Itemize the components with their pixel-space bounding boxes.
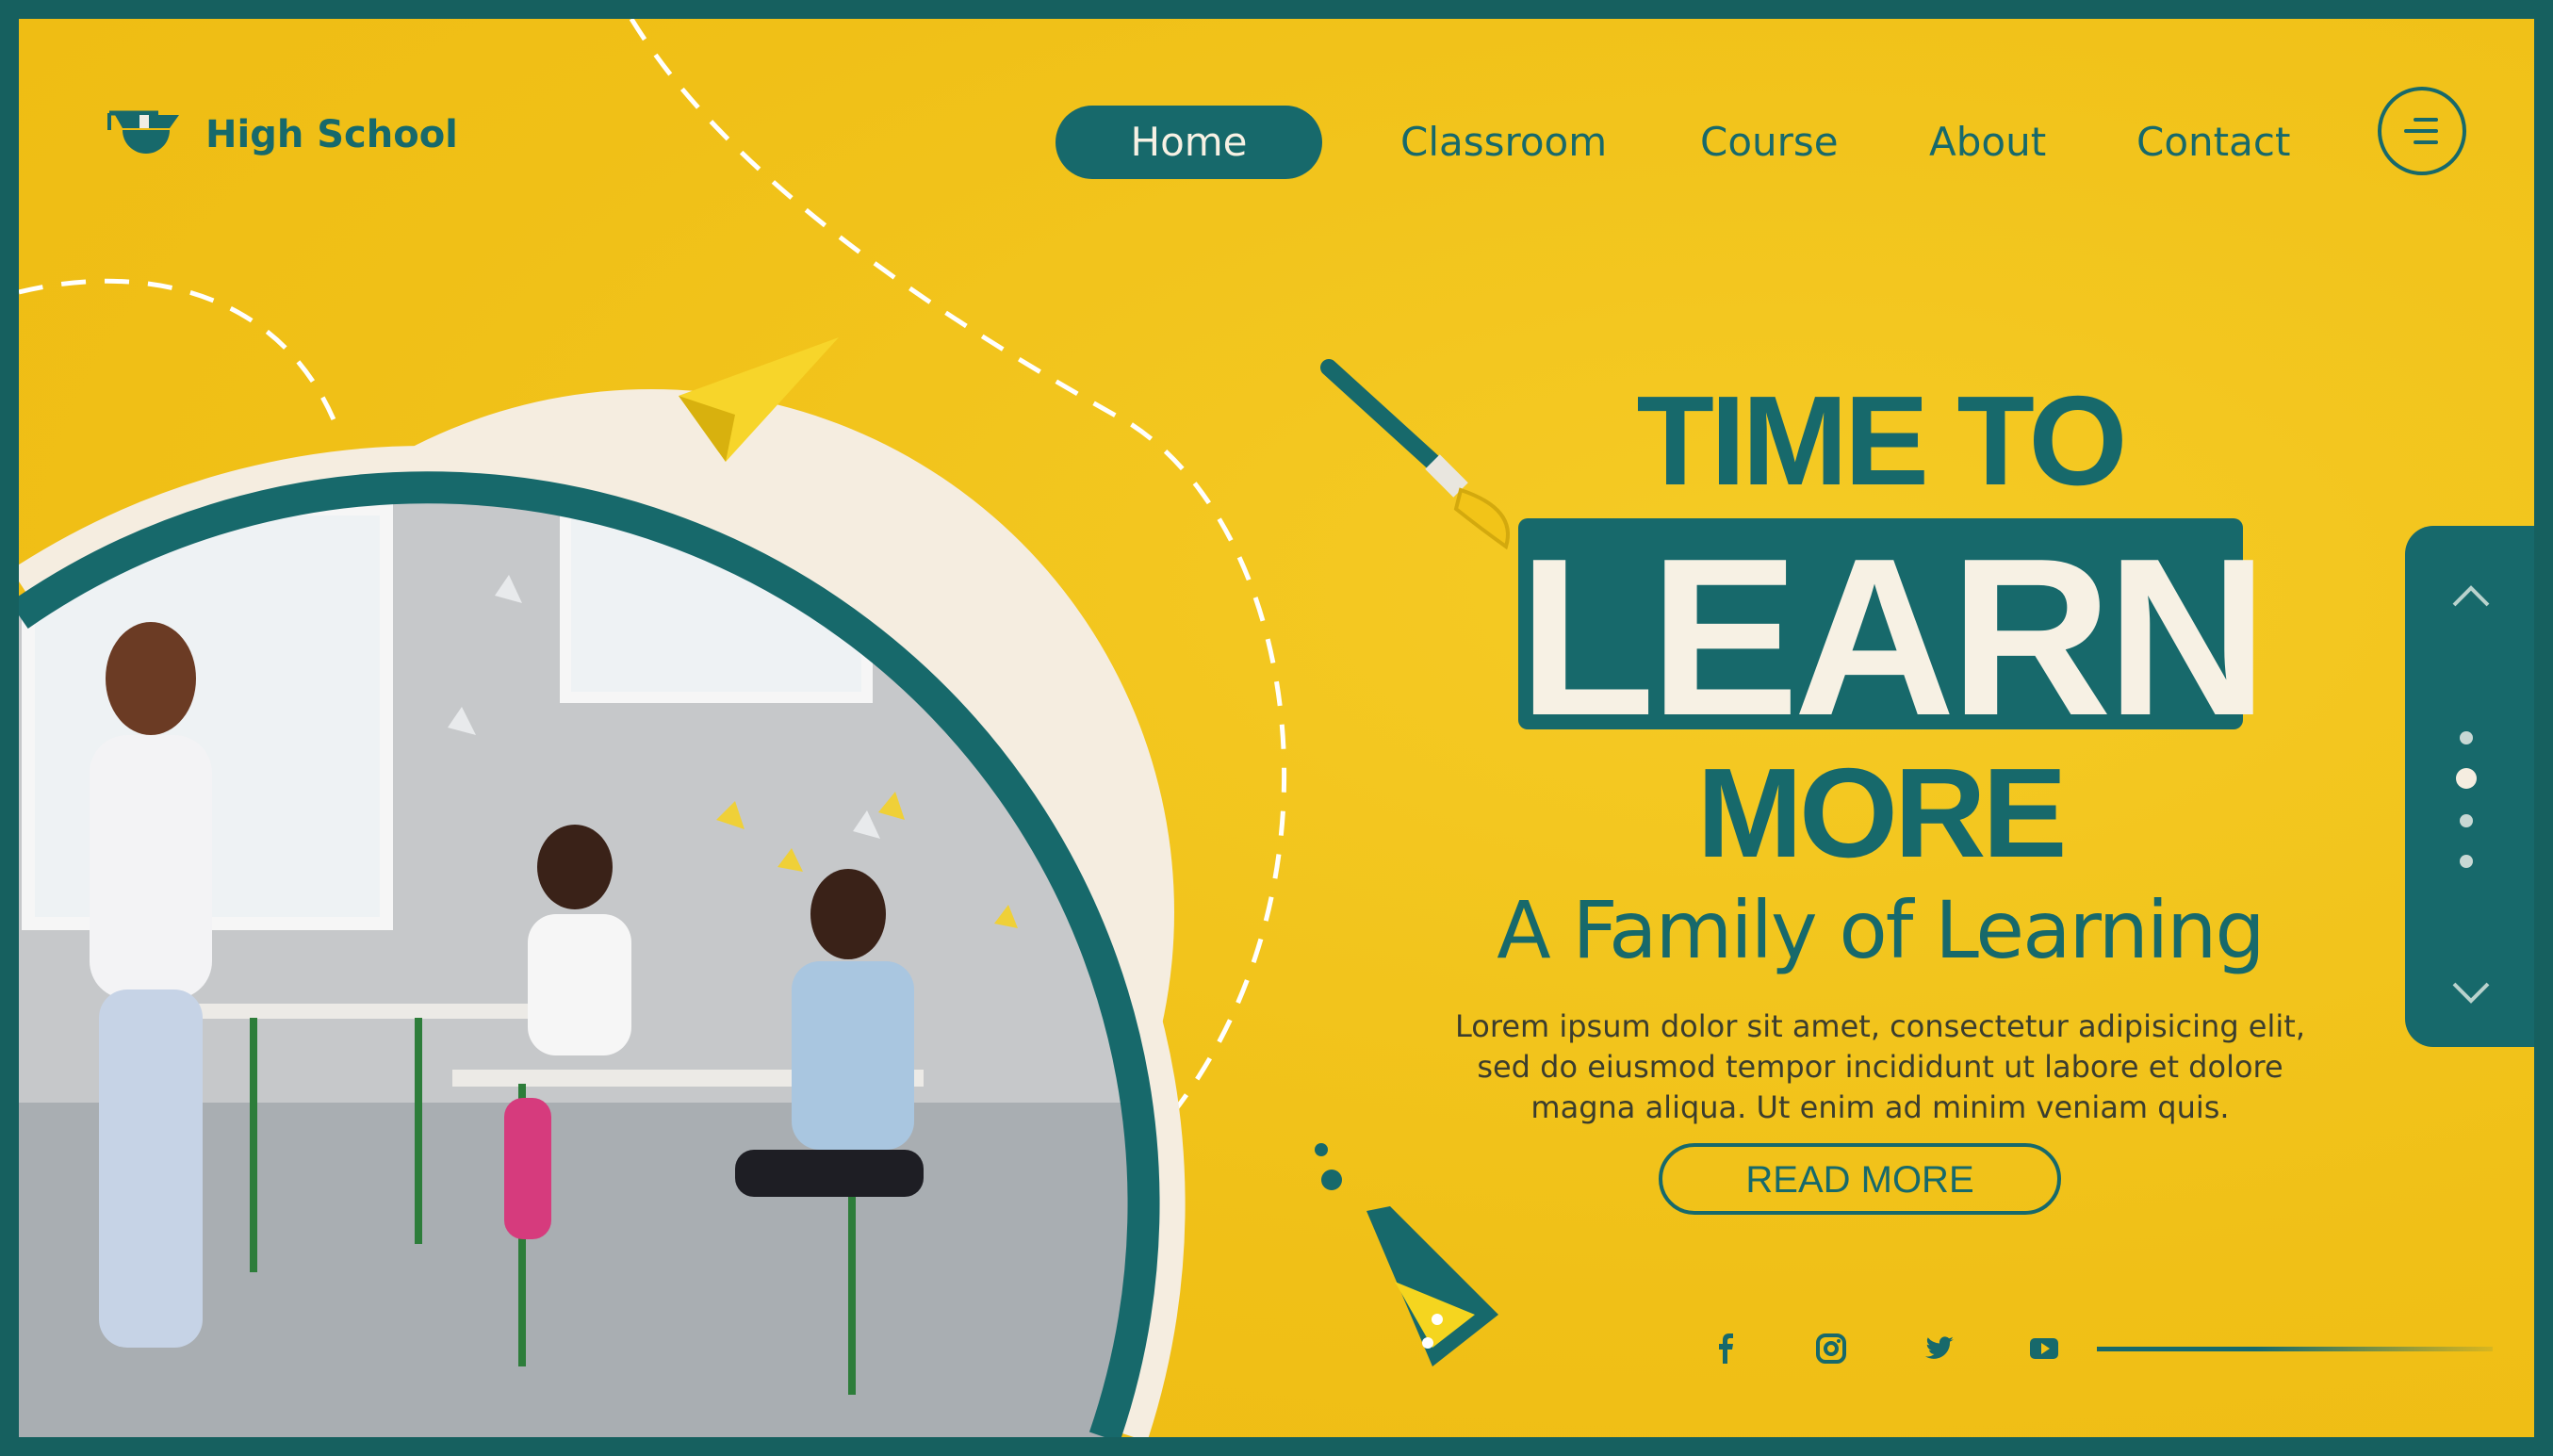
facebook-icon[interactable] xyxy=(1707,1330,1744,1367)
nav-home[interactable]: Home xyxy=(1056,106,1322,179)
hero-paragraph: Lorem ipsum dolor sit amet, consectetur … xyxy=(1414,1006,2347,1128)
hero-line-time-to: TIME TO xyxy=(1636,369,2127,512)
nav-course[interactable]: Course xyxy=(1700,106,1839,179)
twitter-icon[interactable] xyxy=(1920,1330,1957,1367)
paragraph-line: magna aliqua. Ut enim ad minim veniam qu… xyxy=(1530,1089,2230,1125)
read-more-button[interactable]: READ MORE xyxy=(1659,1143,2061,1215)
hero-line-learn: LEARN xyxy=(1518,513,2268,762)
slide-dot-active[interactable] xyxy=(2456,768,2477,789)
social-divider-line xyxy=(2097,1347,2493,1351)
youtube-icon[interactable] xyxy=(2025,1330,2063,1367)
nav-contact[interactable]: Contact xyxy=(2136,106,2290,179)
nav-classroom[interactable]: Classroom xyxy=(1400,106,1607,179)
dashed-path xyxy=(19,278,342,434)
chevron-down-icon[interactable] xyxy=(2450,978,2492,1006)
logo[interactable]: High School xyxy=(102,102,458,168)
slide-dot[interactable] xyxy=(2460,814,2473,827)
slide-dot[interactable] xyxy=(2460,731,2473,744)
graduation-cap-icon xyxy=(107,110,179,154)
slide-dot[interactable] xyxy=(2460,855,2473,868)
nav-about[interactable]: About xyxy=(1929,106,2046,179)
menu-button[interactable] xyxy=(2378,87,2466,175)
slide-navigator xyxy=(2405,526,2534,1047)
hero-subtitle: A Family of Learning xyxy=(1497,884,2266,976)
hero-line-more: MORE xyxy=(1696,742,2068,884)
landing-page: High School Home Classroom Course About … xyxy=(19,19,2534,1437)
menu-icon xyxy=(2404,118,2438,144)
instagram-icon[interactable] xyxy=(1812,1330,1850,1367)
paragraph-line: sed do eiusmod tempor incididunt ut labo… xyxy=(1477,1049,2283,1085)
flask-icon xyxy=(1315,1143,1498,1366)
paragraph-line: Lorem ipsum dolor sit amet, consectetur … xyxy=(1455,1008,2305,1044)
chevron-up-icon[interactable] xyxy=(2450,582,2492,611)
logo-text: High School xyxy=(205,113,458,156)
